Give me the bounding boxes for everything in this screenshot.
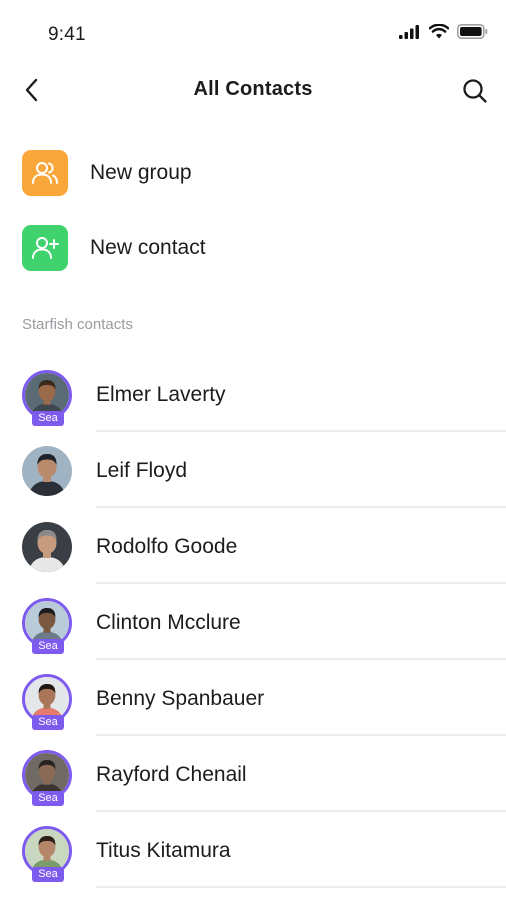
add-user-icon [22,225,68,271]
contact-row[interactable]: Sea Titus Kitamura [0,812,506,888]
sea-badge: Sea [32,715,64,730]
contact-row[interactable]: Sea Elmer Laverty [0,356,506,432]
contact-row[interactable]: Sea Clinton Mcclure [0,584,506,660]
contact-name: Elmer Laverty [96,383,226,406]
sea-badge: Sea [32,411,64,426]
sea-badge: Sea [32,867,64,882]
group-icon [22,150,68,196]
contact-row[interactable]: Rodolfo Goode [0,508,506,584]
page-title: All Contacts [193,78,313,100]
sea-badge: Sea [32,791,64,806]
contact-name: Leif Floyd [96,459,188,482]
contact-row[interactable]: Sea Benny Spanbauer [0,660,506,736]
signal-icon [399,24,419,39]
new-contact-button[interactable]: New contact [22,225,206,271]
search-button[interactable] [458,74,492,108]
wifi-icon [429,24,449,39]
contact-name: Rayford Chenail [96,763,247,786]
avatar [22,446,72,496]
new-group-button[interactable]: New group [22,150,192,196]
contact-row[interactable]: Sea Rayford Chenail [0,736,506,812]
contact-list: Sea Elmer Laverty Leif Floyd Rodolfo Goode S… [0,356,506,888]
avatar-container: Sea [22,826,72,882]
search-icon [463,79,487,103]
sea-badge: Sea [32,639,64,654]
status-time: 9:41 [48,24,86,45]
contact-name: Benny Spanbauer [96,687,265,710]
new-group-label: New group [90,161,192,184]
header: All Contacts [0,66,506,116]
status-icons [399,24,488,39]
avatar-container [22,522,72,572]
contact-name: Clinton Mcclure [96,611,241,634]
avatar-container [22,446,72,496]
contact-row[interactable]: Leif Floyd [0,432,506,508]
status-bar: 9:41 [0,0,506,70]
new-contact-label: New contact [90,236,206,259]
avatar-container: Sea [22,750,72,806]
contact-name: Rodolfo Goode [96,535,238,558]
divider [96,886,506,888]
avatar-container: Sea [22,674,72,730]
contact-name: Titus Kitamura [96,839,231,862]
battery-icon [457,24,488,39]
avatar [22,522,72,572]
avatar-container: Sea [22,370,72,426]
avatar-container: Sea [22,598,72,654]
section-title: Starfish contacts [22,316,133,333]
